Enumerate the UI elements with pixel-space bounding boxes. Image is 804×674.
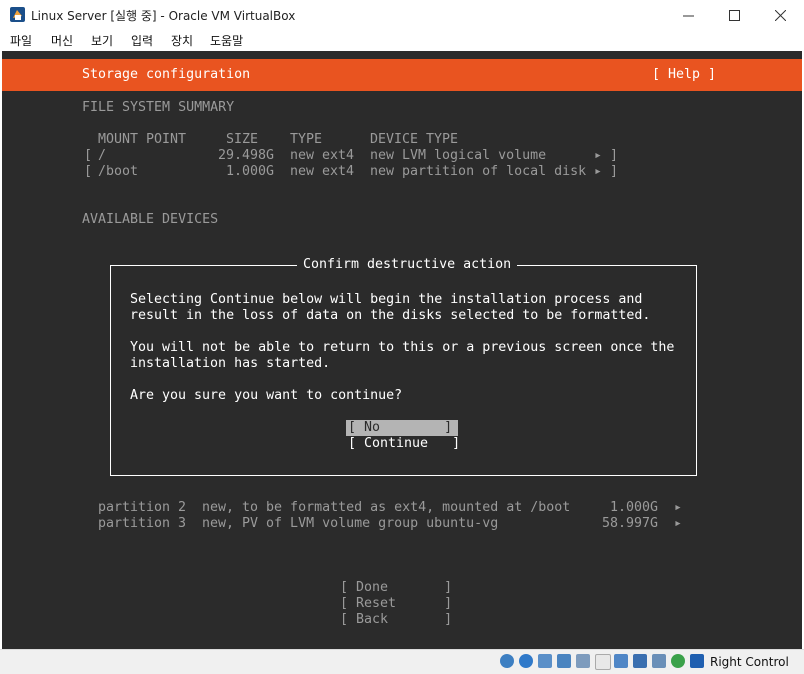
keyboard-capture-icon[interactable]	[690, 654, 704, 668]
dialog-text-line: installation has started.	[130, 356, 331, 371]
fs-summary-heading: FILE SYSTEM SUMMARY	[82, 100, 235, 115]
partition-desc: new, PV of LVM volume group ubuntu-vg	[202, 516, 499, 531]
column-size: SIZE	[226, 132, 259, 147]
dialog-text-line: Selecting Continue below will begin the …	[130, 292, 643, 307]
help-button[interactable]: [ Help ]	[652, 67, 716, 83]
row-bracket-open: [	[84, 148, 93, 163]
shared-folders-icon[interactable]	[595, 654, 611, 670]
no-button-label: [ No ]	[348, 420, 453, 435]
done-button[interactable]: [ Done ]	[340, 580, 452, 596]
row-type: new ext4	[290, 148, 355, 163]
menu-bar: 파일 머신 보기 입력 장치 도움말	[0, 30, 804, 51]
menu-file[interactable]: 파일	[10, 32, 32, 49]
network-icon[interactable]	[557, 654, 571, 668]
video-capture-icon[interactable]	[633, 654, 647, 668]
installer-header: Storage configuration [ Help ]	[2, 59, 802, 91]
row-bracket-open: [	[84, 164, 93, 179]
maximize-button[interactable]	[711, 0, 757, 30]
partition-name: partition 3	[98, 516, 187, 531]
close-button[interactable]	[757, 0, 803, 30]
available-devices-heading: AVAILABLE DEVICES	[82, 212, 219, 227]
window-title: Linux Server [실행 중] - Oracle VM VirtualB…	[31, 9, 296, 23]
window-titlebar: Linux Server [실행 중] - Oracle VM VirtualB…	[0, 0, 804, 30]
cpu-icon[interactable]	[652, 654, 666, 668]
row-arrow-icon: ▸ ]	[594, 164, 619, 179]
optical-drive-icon[interactable]	[519, 654, 533, 668]
row-size: 1.000G	[226, 164, 275, 179]
hard-disk-icon[interactable]	[500, 654, 514, 668]
vm-screen[interactable]: Storage configuration [ Help ] FILE SYST…	[2, 51, 802, 649]
dialog-text-line: result in the loss of data on the disks …	[130, 308, 651, 323]
virtualbox-icon	[10, 7, 25, 22]
row-arrow-icon: ▸ ]	[594, 148, 619, 163]
dialog-question: Are you sure you want to continue?	[130, 388, 403, 403]
status-bar: Right Control	[0, 649, 804, 674]
partition-size: 58.997G	[602, 516, 659, 531]
menu-help[interactable]: 도움말	[210, 32, 243, 49]
reset-button[interactable]: [ Reset ]	[340, 596, 452, 612]
column-mount-point: MOUNT POINT	[98, 132, 187, 147]
row-mount: /	[98, 148, 107, 163]
audio-icon[interactable]	[538, 654, 552, 668]
close-icon	[774, 9, 786, 21]
column-device-type: DEVICE TYPE	[370, 132, 459, 147]
mouse-integration-icon[interactable]	[671, 654, 685, 668]
row-device: new partition of local disk	[370, 164, 587, 179]
dialog-title: Confirm destructive action	[297, 257, 518, 273]
dialog-text-line: You will not be able to return to this o…	[130, 340, 675, 355]
menu-machine[interactable]: 머신	[51, 32, 73, 49]
menu-input[interactable]: 입력	[131, 32, 153, 49]
menu-view[interactable]: 보기	[91, 32, 113, 49]
partition-size: 1.000G	[610, 500, 659, 515]
back-button[interactable]: [ Back ]	[340, 612, 452, 628]
maximize-icon	[728, 9, 740, 21]
partition-desc: new, to be formatted as ext4, mounted at…	[202, 500, 571, 515]
usb-icon[interactable]	[576, 654, 590, 668]
partition-arrow-icon: ▸	[674, 516, 683, 531]
row-mount: /boot	[98, 164, 139, 179]
header-title: Storage configuration	[82, 67, 251, 82]
host-key-label: Right Control	[710, 655, 789, 669]
display-icon[interactable]	[614, 654, 628, 668]
row-device: new LVM logical volume	[370, 148, 547, 163]
no-button[interactable]: [ No ]	[346, 420, 458, 436]
row-size: 29.498G	[218, 148, 275, 163]
row-type: new ext4	[290, 164, 355, 179]
menu-devices[interactable]: 장치	[171, 32, 193, 49]
continue-button[interactable]: [ Continue ]	[348, 436, 460, 452]
minimize-button[interactable]	[665, 0, 711, 30]
column-type: TYPE	[290, 132, 323, 147]
minimize-icon	[682, 15, 694, 16]
partition-name: partition 2	[98, 500, 187, 515]
partition-arrow-icon: ▸	[674, 500, 683, 515]
